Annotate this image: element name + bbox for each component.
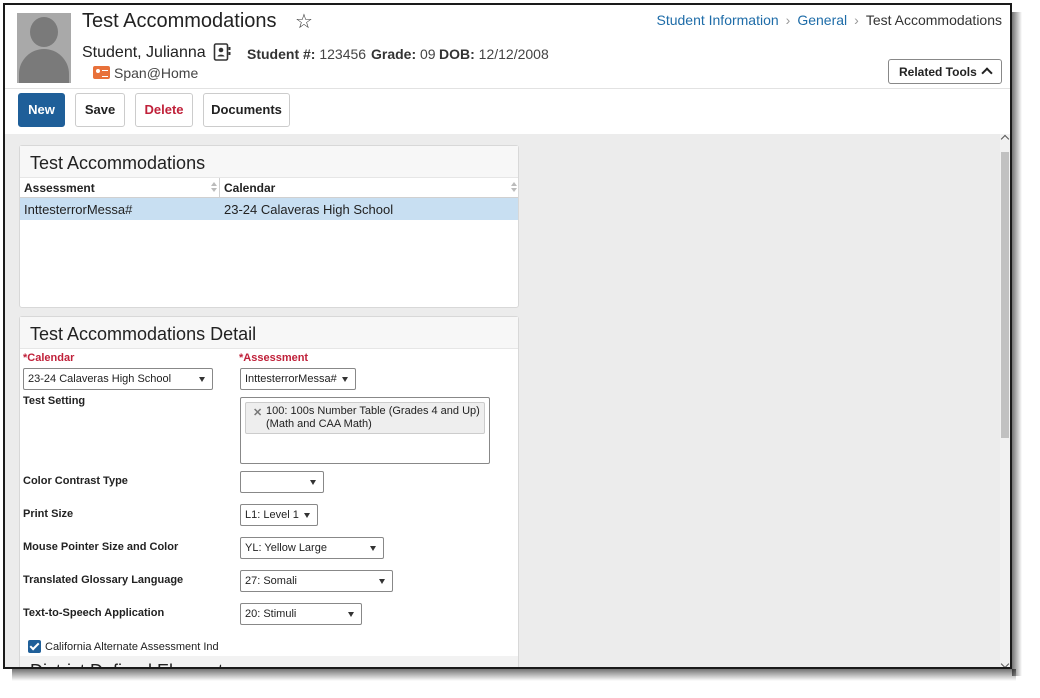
scroll-down-icon[interactable] — [1000, 659, 1010, 667]
dropdown-arrow-icon — [348, 612, 354, 617]
student-grade: Grade: 09 — [371, 46, 436, 62]
dropdown-arrow-icon — [370, 546, 376, 551]
save-button[interactable]: Save — [75, 93, 125, 127]
contact-card-icon[interactable] — [213, 43, 231, 61]
program-badge-icon — [93, 66, 110, 79]
student-name: Student, Julianna — [82, 44, 206, 61]
mouse-pointer-select[interactable]: YL: Yellow Large — [240, 537, 384, 559]
student-dob: DOB: 12/12/2008 — [439, 46, 549, 62]
glossary-language-select[interactable]: 27: Somali — [240, 570, 393, 592]
dropdown-arrow-icon — [379, 579, 385, 584]
dropdown-arrow-icon — [310, 480, 316, 485]
new-button[interactable]: New — [18, 93, 65, 127]
cell-calendar: 23-24 Calaveras High School — [224, 202, 394, 217]
dropdown-arrow-icon — [304, 513, 310, 518]
assessment-label: *Assessment — [239, 352, 309, 364]
accommodations-list-panel: Test Accommodations Assessment Calendar … — [19, 145, 519, 308]
star-icon[interactable]: ☆ — [295, 9, 313, 34]
accommodations-detail-panel: Test Accommodations Detail *Calendar 23-… — [19, 316, 519, 667]
chevron-up-icon — [981, 67, 993, 79]
tts-application-select[interactable]: 20: Stimuli — [240, 603, 362, 625]
color-contrast-label: Color Contrast Type — [23, 475, 128, 487]
district-defined-elements-header[interactable]: District Defined Elements — [20, 656, 518, 667]
column-header-calendar[interactable]: Calendar — [224, 181, 275, 195]
caa-indicator-checkbox[interactable] — [28, 640, 41, 653]
scroll-up-icon[interactable] — [1000, 134, 1010, 144]
breadcrumb: Student Information › General › Test Accommo… — [656, 12, 1002, 28]
cell-assessment: InttesterrorMessa# — [24, 202, 133, 217]
breadcrumb-current: Test Accommodations — [865, 12, 1002, 28]
chevron-right-icon: › — [854, 12, 859, 28]
delete-button[interactable]: Delete — [135, 93, 193, 127]
table-row[interactable]: InttesterrorMessa# 23-24 Calaveras High … — [20, 198, 518, 220]
glossary-language-label: Translated Glossary Language — [23, 574, 184, 586]
test-setting-multiselect[interactable]: ✕ 100: 100s Number Table (Grades 4 and U… — [240, 397, 490, 464]
chevron-right-icon: › — [785, 12, 791, 28]
test-setting-chip: ✕ 100: 100s Number Table (Grades 4 and U… — [245, 402, 485, 434]
student-number: Student #: 123456 — [247, 46, 367, 62]
sort-icon[interactable] — [511, 182, 517, 194]
print-size-select[interactable]: L1: Level 1 — [240, 504, 318, 526]
test-setting-label: Test Setting — [23, 395, 86, 407]
print-size-label: Print Size — [23, 508, 74, 520]
grid-header: Assessment Calendar — [20, 178, 518, 198]
window-shadow-bottom — [12, 669, 1016, 681]
breadcrumb-student-information[interactable]: Student Information — [656, 12, 778, 28]
avatar — [17, 13, 71, 83]
documents-button[interactable]: Documents — [203, 93, 290, 127]
detail-panel-title: Test Accommodations Detail — [20, 317, 518, 349]
calendar-select[interactable]: 23-24 Calaveras High School — [23, 368, 213, 390]
breadcrumb-general[interactable]: General — [797, 12, 847, 28]
scrollbar-thumb[interactable] — [1001, 152, 1009, 438]
dropdown-arrow-icon — [342, 377, 348, 382]
window-shadow-right — [1012, 12, 1022, 676]
assessment-select[interactable]: InttesterrorMessa# — [240, 368, 356, 390]
calendar-label: *Calendar — [23, 352, 75, 364]
tts-application-label: Text-to-Speech Application — [23, 607, 165, 619]
page-scrollbar[interactable] — [1000, 134, 1010, 667]
remove-chip-icon[interactable]: ✕ — [253, 407, 262, 420]
sort-icon[interactable] — [211, 182, 217, 194]
action-toolbar: New Save Delete Documents — [5, 89, 1010, 134]
dropdown-arrow-icon — [199, 377, 205, 382]
color-contrast-select[interactable] — [240, 471, 324, 493]
list-panel-title: Test Accommodations — [20, 146, 518, 178]
related-tools-button[interactable]: Related Tools — [888, 59, 1002, 84]
app-window: Test Accommodations ☆ Student, Julianna … — [3, 3, 1012, 669]
mouse-pointer-label: Mouse Pointer Size and Color — [23, 541, 179, 553]
student-header: Test Accommodations ☆ Student, Julianna … — [5, 5, 1010, 89]
content-area: Test Accommodations Assessment Calendar … — [5, 134, 1000, 667]
page-title: Test Accommodations — [82, 10, 277, 32]
program-label: Span@Home — [114, 65, 199, 81]
column-header-assessment[interactable]: Assessment — [24, 181, 95, 195]
caa-indicator-label: California Alternate Assessment Ind — [45, 641, 219, 653]
